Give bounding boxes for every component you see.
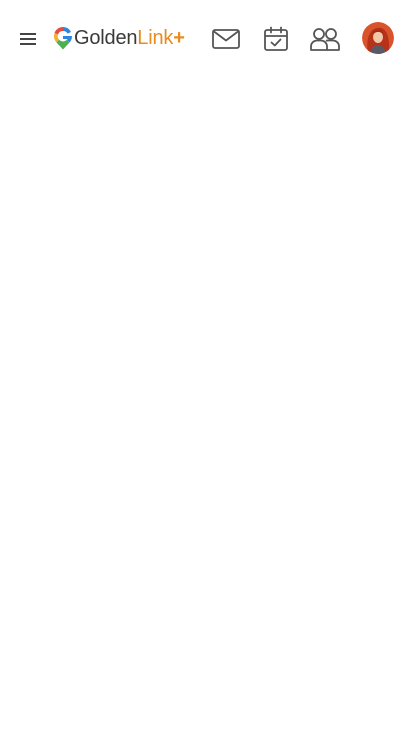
avatar-image [362,22,394,54]
calendar-check-icon [264,26,288,51]
user-avatar[interactable] [362,22,394,54]
top-navigation-bar: Golden Link + [0,0,414,76]
people-icon [310,28,340,51]
logo-text-plus: + [173,26,185,49]
logo-pin-icon [53,26,73,50]
menu-button[interactable] [18,30,40,48]
logo-text-link: Link [137,26,174,49]
main-content-area [0,76,414,736]
mail-icon [212,29,240,49]
calendar-button[interactable] [259,22,293,56]
logo-text-golden: Golden [74,26,138,49]
messages-button[interactable] [209,22,243,56]
connections-button[interactable] [308,22,342,56]
hamburger-menu-icon [20,33,36,45]
brand-logo[interactable]: Golden Link + [52,24,185,52]
